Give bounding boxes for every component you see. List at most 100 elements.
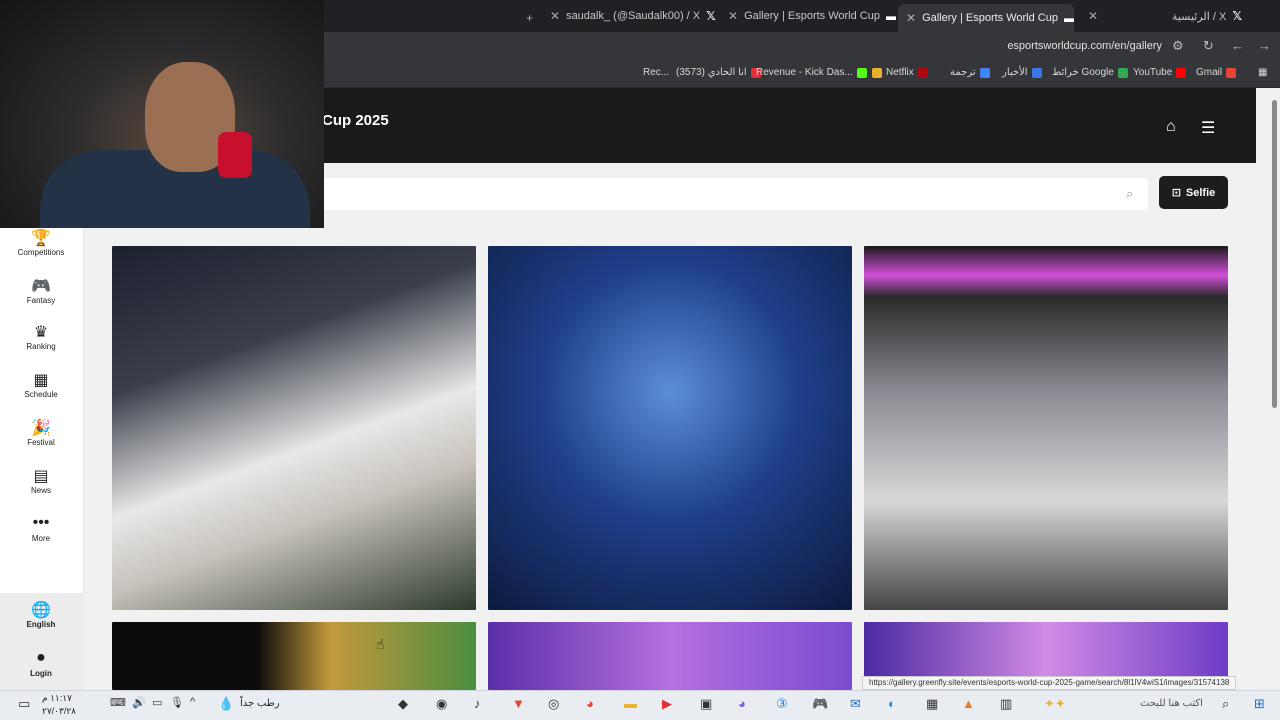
site-settings-icon[interactable]: ⚙ bbox=[1172, 38, 1184, 54]
chevron-up-icon[interactable]: ^ bbox=[190, 696, 195, 708]
x-logo-icon: 𝕏 bbox=[1232, 9, 1242, 23]
sidebar-item-festival[interactable]: 🎉 Festival bbox=[0, 418, 82, 447]
reload-icon[interactable]: ↻ bbox=[1203, 38, 1214, 54]
netflix-icon bbox=[917, 67, 928, 78]
login-button[interactable]: ● Login bbox=[0, 649, 82, 678]
forward-icon[interactable]: → bbox=[1258, 38, 1271, 53]
gallery-photo[interactable] bbox=[112, 622, 476, 690]
network-icon[interactable]: ▭ bbox=[152, 696, 162, 709]
status-bar-url: https://gallery.greenfly.site/events/esp… bbox=[862, 676, 1237, 690]
selfie-label: Selfie bbox=[1185, 186, 1216, 199]
news-icon bbox=[1031, 67, 1042, 78]
mail-icon[interactable]: ✉ bbox=[850, 696, 861, 712]
microphone-tray-icon[interactable]: 🎙 bbox=[170, 696, 184, 709]
plus-icon: + bbox=[526, 11, 534, 25]
selfie-button[interactable]: ⊡ Selfie bbox=[1159, 176, 1228, 209]
close-icon[interactable]: ✕ bbox=[906, 11, 916, 25]
ewc-logo-icon: ▬ bbox=[1063, 11, 1074, 25]
clock-time[interactable]: ١١:١٧ م bbox=[42, 693, 72, 704]
close-icon[interactable]: ✕ bbox=[1088, 9, 1098, 23]
windows-start-icon[interactable]: ⊞ bbox=[1254, 696, 1265, 712]
bookmark-item[interactable]: Netflix bbox=[872, 67, 928, 78]
new-tab-button[interactable]: + bbox=[518, 6, 541, 30]
search-icon[interactable]: ⌕ bbox=[1222, 696, 1229, 712]
gamepad-icon: 🎮 bbox=[31, 278, 51, 295]
user-icon: ● bbox=[36, 649, 46, 666]
search-icon[interactable]: ⌕ bbox=[1126, 186, 1133, 202]
tiktok-icon[interactable]: ♪ bbox=[474, 696, 481, 711]
bookmark-item[interactable]: خرائط Google bbox=[1052, 67, 1128, 78]
mouse-cursor-icon: ☝ bbox=[376, 636, 385, 652]
bookmark-item[interactable]: YouTube bbox=[1133, 67, 1187, 78]
bookmark-item[interactable]: Revenue - Kick Das... bbox=[756, 67, 867, 78]
app-icon[interactable]: ③ bbox=[776, 696, 788, 712]
obs-icon[interactable]: ◎ bbox=[548, 696, 559, 712]
chrome-icon[interactable]: ◕ bbox=[586, 696, 594, 711]
tab-title: Gallery | Esports World Cup bbox=[744, 10, 880, 22]
gallery-photo[interactable] bbox=[112, 246, 476, 610]
sidebar-item-news[interactable]: ▤ News bbox=[0, 466, 82, 495]
game-controller-icon[interactable]: 🎮 bbox=[812, 696, 828, 712]
taskbar-search-input[interactable]: اكتب هنا للبحث bbox=[1140, 698, 1203, 709]
back-icon[interactable]: ← bbox=[1231, 38, 1244, 53]
scrollbar-thumb[interactable] bbox=[1272, 100, 1277, 408]
bookmark-item[interactable]: Gmail bbox=[1196, 67, 1237, 78]
discord-icon[interactable]: ◕ bbox=[738, 696, 746, 711]
app-icon[interactable]: ▣ bbox=[700, 696, 712, 712]
edge-icon[interactable]: ◐ bbox=[888, 696, 896, 711]
notifications-icon[interactable]: ▭ bbox=[18, 696, 30, 712]
weather-drop-icon: 💧 bbox=[218, 696, 235, 711]
weather-text[interactable]: رطب جداً bbox=[240, 698, 280, 709]
gallery-photo[interactable] bbox=[488, 246, 852, 610]
tab-3[interactable]: ✕ Gallery | Esports World Cup ▬ bbox=[898, 4, 1074, 32]
file-explorer-icon[interactable]: ▬ bbox=[624, 696, 637, 711]
gallery-search-input[interactable] bbox=[322, 178, 1148, 210]
tab-2[interactable]: ✕ Gallery | Esports World Cup ▬ bbox=[720, 4, 896, 28]
bookmark-item[interactable]: Rec... bbox=[643, 67, 669, 78]
youtube-icon bbox=[1176, 67, 1187, 78]
site-title[interactable]: Cup 2025 bbox=[322, 112, 389, 129]
hamburger-menu-icon[interactable]: ☰ bbox=[1201, 118, 1215, 138]
sidebar-item-competitions[interactable]: 🏆 Competitions bbox=[0, 228, 82, 257]
newspaper-icon: ▤ bbox=[33, 468, 49, 485]
close-icon[interactable]: ✕ bbox=[728, 9, 738, 23]
globe-icon: 🌐 bbox=[31, 602, 51, 619]
apps-grid-icon[interactable]: ▦ bbox=[1258, 67, 1267, 78]
face-scan-icon: ⊡ bbox=[1171, 187, 1181, 199]
gmail-icon bbox=[1226, 67, 1237, 78]
maps-icon bbox=[1117, 67, 1128, 78]
gallery-photo[interactable] bbox=[488, 622, 852, 690]
kick-icon bbox=[856, 67, 867, 78]
url-field[interactable]: esportsworldcup.com/en/gallery bbox=[1007, 40, 1162, 52]
volume-icon[interactable]: 🔊 bbox=[132, 696, 146, 709]
bookmark-item[interactable]: انا الحادي (3573) bbox=[676, 67, 761, 78]
sidebar-item-schedule[interactable]: ▦ Schedule bbox=[0, 370, 82, 399]
microphone-icon bbox=[218, 132, 252, 178]
sidebar-item-more[interactable]: ••• More bbox=[0, 514, 82, 543]
store-icon[interactable]: ▦ bbox=[926, 696, 938, 712]
youtube-app-icon[interactable]: ▶ bbox=[662, 696, 672, 712]
bookmark-item[interactable]: الأخبار bbox=[1002, 67, 1042, 78]
tab-4[interactable]: ✕ الرئيسية / X 𝕏 bbox=[1080, 4, 1250, 28]
steam-icon[interactable]: ◉ bbox=[436, 696, 447, 712]
bookmark-item[interactable]: ترجمة bbox=[950, 67, 990, 78]
copilot-sparkle-icon[interactable]: ✦✦ bbox=[1044, 696, 1066, 712]
close-icon[interactable]: ✕ bbox=[550, 9, 560, 23]
tab-title: الرئيسية / X bbox=[1171, 10, 1227, 23]
sidebar-item-fantasy[interactable]: 🎮 Fantasy bbox=[0, 276, 82, 305]
crown-icon: ♛ bbox=[33, 324, 49, 341]
confetti-icon: 🎉 bbox=[31, 420, 51, 437]
home-icon[interactable]: ⌂ bbox=[1166, 118, 1176, 136]
app-icon[interactable]: ▲ bbox=[962, 696, 975, 711]
tab-title: saudalk_ (@Saudalk00) / X bbox=[566, 10, 701, 22]
brave-icon[interactable]: ▼ bbox=[512, 696, 525, 711]
sidebar-item-ranking[interactable]: ♛ Ranking bbox=[0, 322, 82, 351]
tab-title: Gallery | Esports World Cup bbox=[922, 12, 1058, 24]
keyboard-icon[interactable]: ⌨ bbox=[110, 696, 126, 709]
language-button[interactable]: 🌐 English bbox=[0, 600, 82, 629]
tab-1[interactable]: ✕ saudalk_ (@Saudalk00) / X 𝕏 bbox=[542, 4, 718, 28]
gallery-photo[interactable] bbox=[864, 246, 1228, 610]
clock-date[interactable]: ٢٧/٠٣/٢٨ bbox=[42, 706, 76, 717]
app-icon[interactable]: ▥ bbox=[1000, 696, 1012, 712]
app-icon[interactable]: ◆ bbox=[398, 696, 408, 712]
